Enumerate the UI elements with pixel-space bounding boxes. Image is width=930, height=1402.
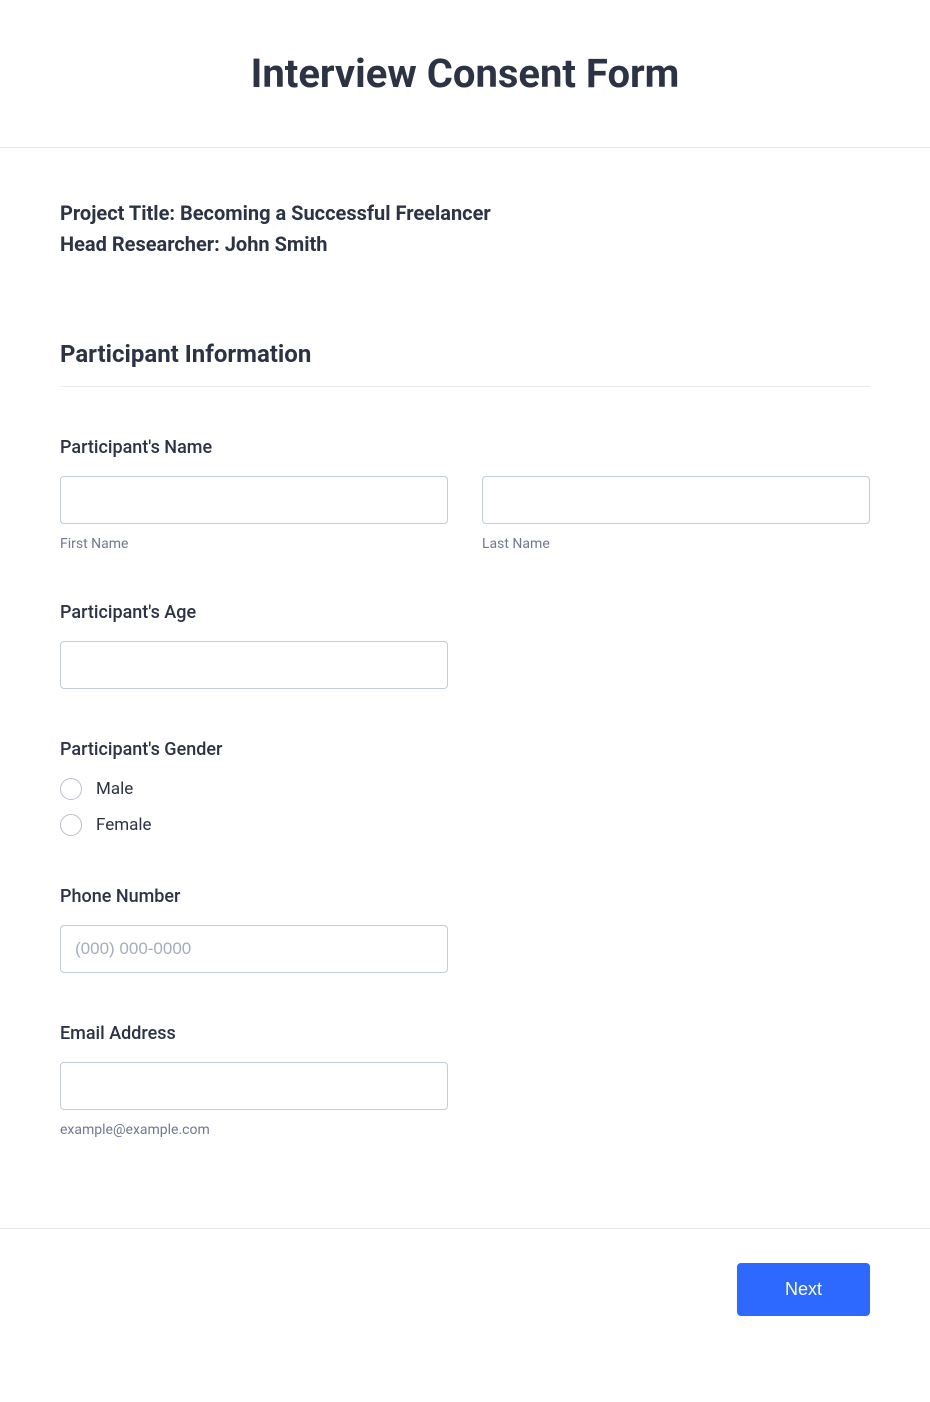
email-sublabel: example@example.com [60, 1122, 448, 1138]
email-label: Email Address [60, 1023, 870, 1044]
age-label: Participant's Age [60, 602, 870, 623]
phone-field-group: Phone Number [60, 886, 870, 973]
gender-male-radio[interactable]: Male [60, 778, 870, 800]
gender-male-label: Male [96, 779, 133, 799]
last-name-input[interactable] [482, 476, 870, 524]
form-header: Interview Consent Form [0, 0, 930, 148]
next-button[interactable]: Next [737, 1263, 870, 1316]
last-name-sublabel: Last Name [482, 536, 870, 552]
project-title-line: Project Title: Becoming a Successful Fre… [60, 198, 870, 229]
gender-female-radio[interactable]: Female [60, 814, 870, 836]
form-body: Project Title: Becoming a Successful Fre… [0, 148, 930, 1228]
form-footer: Next [0, 1228, 930, 1360]
first-name-sublabel: First Name [60, 536, 448, 552]
gender-label: Participant's Gender [60, 739, 870, 760]
email-input[interactable] [60, 1062, 448, 1110]
radio-icon [60, 778, 82, 800]
gender-field-group: Participant's Gender Male Female [60, 739, 870, 836]
name-field-group: Participant's Name First Name Last Name [60, 437, 870, 552]
phone-input[interactable] [60, 925, 448, 973]
head-researcher-line: Head Researcher: John Smith [60, 229, 870, 260]
email-field-group: Email Address example@example.com [60, 1023, 870, 1138]
gender-female-label: Female [96, 815, 152, 835]
phone-label: Phone Number [60, 886, 870, 907]
age-field-group: Participant's Age [60, 602, 870, 689]
first-name-input[interactable] [60, 476, 448, 524]
intro-block: Project Title: Becoming a Successful Fre… [60, 198, 870, 260]
name-label: Participant's Name [60, 437, 870, 458]
form-title: Interview Consent Form [40, 50, 890, 97]
age-input[interactable] [60, 641, 448, 689]
section-heading: Participant Information [60, 340, 870, 387]
radio-icon [60, 814, 82, 836]
